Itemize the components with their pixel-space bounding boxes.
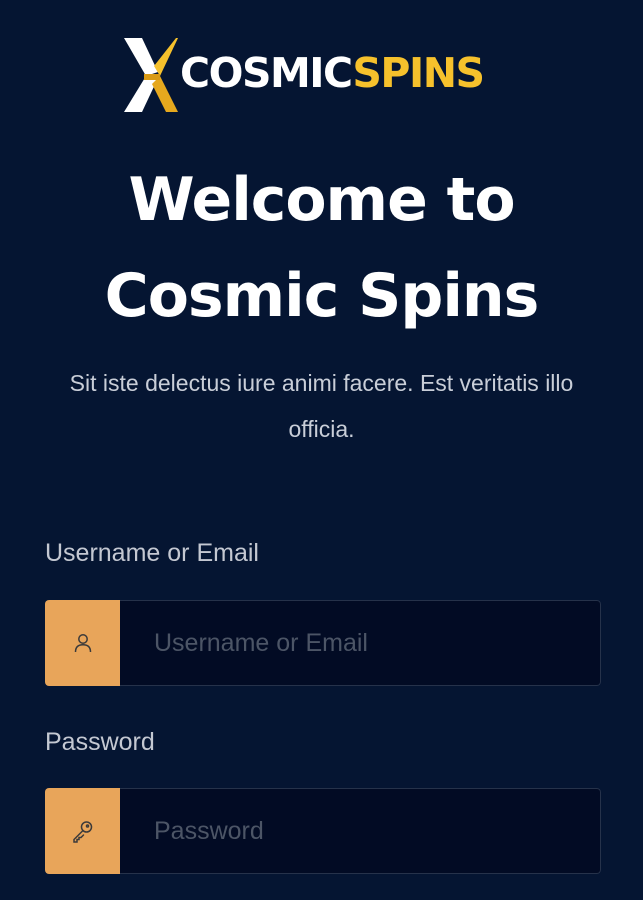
logo-text-spins: SPINS <box>352 49 485 97</box>
password-label: Password <box>45 728 155 756</box>
username-label: Username or Email <box>45 539 259 567</box>
page-title-line2: Cosmic Spins <box>104 261 540 331</box>
username-field-group <box>45 600 601 686</box>
logo-x-icon <box>124 38 178 112</box>
page-subtitle: Sit iste delectus iure animi facere. Est… <box>69 370 574 442</box>
brand-logo[interactable]: COSMICSPINS <box>122 36 522 116</box>
username-input[interactable] <box>120 600 601 686</box>
password-field-group <box>45 788 601 874</box>
user-icon <box>45 600 120 686</box>
page-title-line1: Welcome to <box>128 165 515 235</box>
logo-wordmark: COSMICSPINS <box>180 53 485 94</box>
key-icon <box>45 788 120 874</box>
password-input[interactable] <box>120 788 601 874</box>
logo-text-cosmic: COSMIC <box>180 49 354 97</box>
